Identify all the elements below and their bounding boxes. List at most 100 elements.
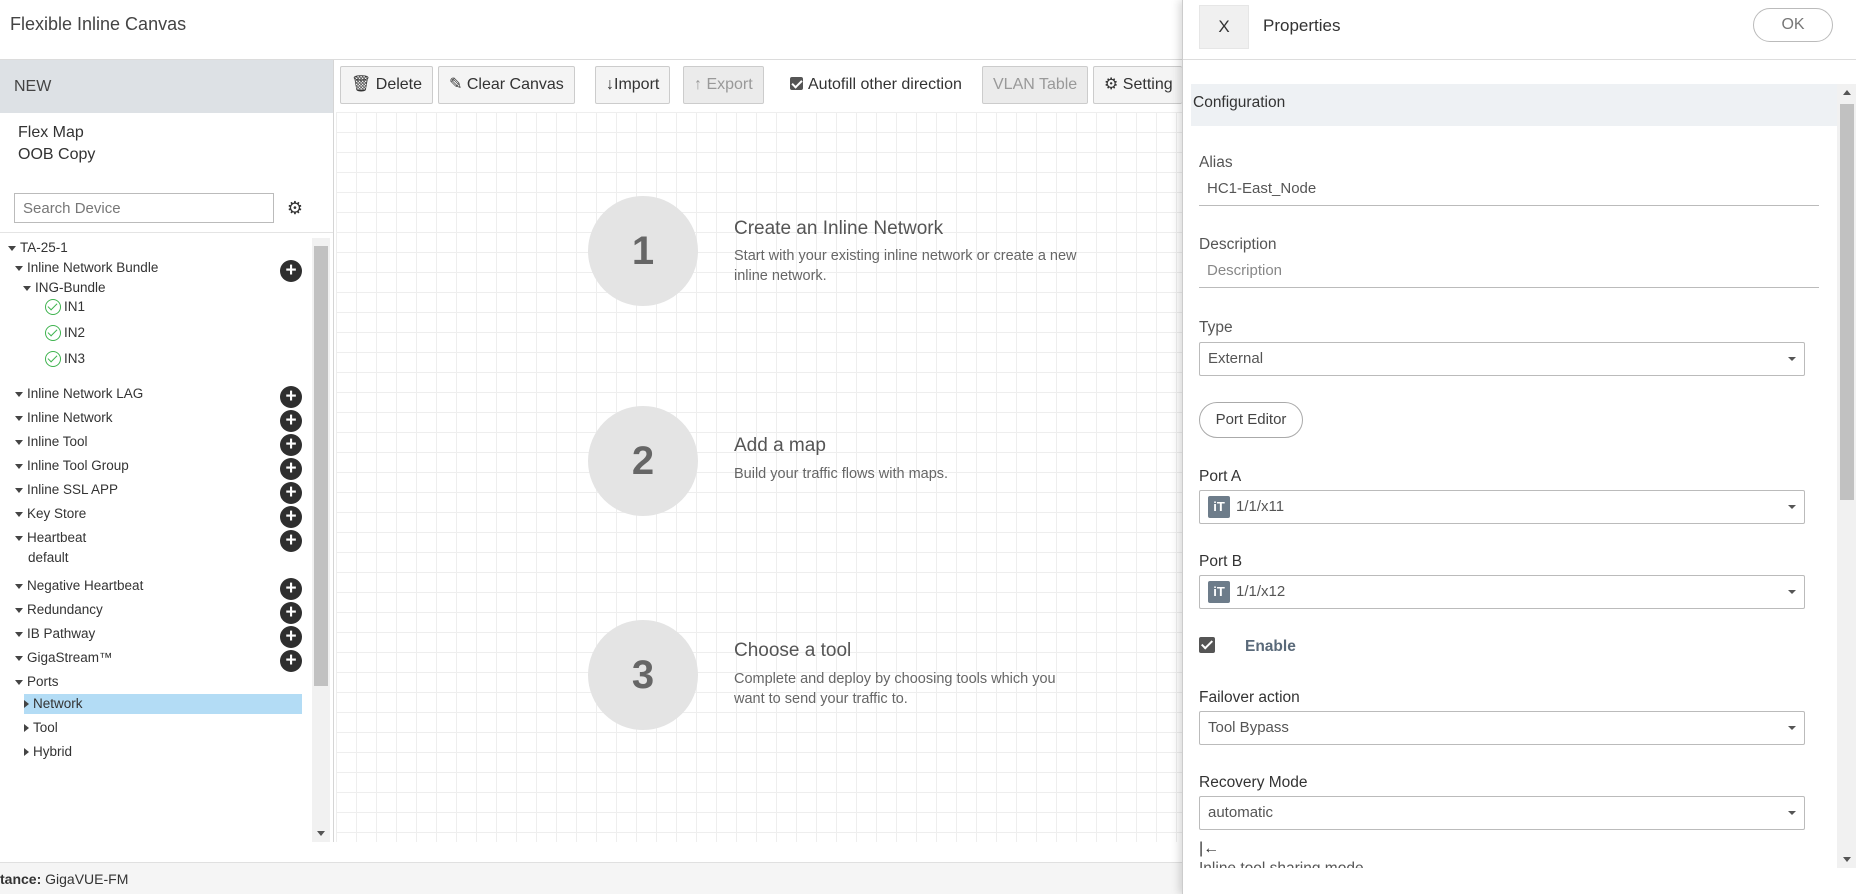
port-b-label: Port B — [1199, 553, 1243, 570]
step-3-circle: 3 — [588, 620, 698, 730]
tree-root[interactable]: TA-25-1 — [8, 240, 68, 255]
tree-inline-network-lag[interactable]: Inline Network LAG — [15, 386, 143, 401]
check-circle-icon — [45, 351, 61, 368]
type-select[interactable]: External — [1199, 342, 1805, 376]
caret-down-icon — [15, 535, 23, 541]
chevron-down-icon — [1788, 357, 1796, 361]
close-button[interactable]: X — [1199, 5, 1249, 49]
step-2-circle: 2 — [588, 406, 698, 516]
port-a-select[interactable]: iT 1/1/x11 — [1199, 490, 1805, 524]
scroll-down-icon[interactable] — [317, 831, 325, 836]
footer-value: GigaVUE-FM — [45, 871, 129, 887]
collapse-left-icon[interactable]: |← — [1199, 840, 1219, 858]
gear-icon: ⚙ — [1104, 76, 1119, 93]
inline-tool-port-icon: iT — [1208, 496, 1230, 519]
caret-right-icon — [24, 724, 29, 733]
tree-bundle-item[interactable]: IN3 — [45, 351, 85, 368]
step-3-desc: Complete and deploy by choosing tools wh… — [734, 671, 1056, 707]
tree-heartbeat-default[interactable]: default — [28, 550, 69, 565]
add-inline-network-bundle-icon[interactable]: + — [280, 260, 302, 282]
tree-key-store[interactable]: Key Store — [15, 506, 86, 521]
tree-redundancy[interactable]: Redundancy — [15, 602, 103, 617]
caret-down-icon — [8, 245, 16, 251]
tree-scrollbar-thumb[interactable] — [314, 246, 328, 686]
add-key-store-icon[interactable]: + — [280, 506, 302, 528]
failover-select[interactable]: Tool Bypass — [1199, 711, 1805, 745]
tree-heartbeat[interactable]: Heartbeat — [15, 530, 86, 545]
import-button[interactable]: ↓Import — [595, 66, 671, 104]
check-circle-icon — [45, 299, 61, 316]
caret-down-icon — [15, 631, 23, 637]
add-inline-tool-icon[interactable]: + — [280, 434, 302, 456]
recovery-mode-select[interactable]: automatic — [1199, 796, 1805, 830]
description-input[interactable]: Description — [1199, 258, 1819, 288]
caret-right-icon — [24, 700, 29, 709]
scroll-down-icon[interactable] — [1843, 857, 1851, 862]
chevron-down-icon — [1788, 590, 1796, 594]
port-b-select[interactable]: iT 1/1/x12 — [1199, 575, 1805, 609]
properties-title: Properties — [1263, 16, 1341, 35]
add-redundancy-icon[interactable]: + — [280, 602, 302, 624]
status-footer: tance: GigaVUE-FM — [0, 862, 1182, 894]
tree-negative-heartbeat[interactable]: Negative Heartbeat — [15, 578, 143, 593]
step-2-desc: Build your traffic flows with maps. — [734, 466, 949, 482]
clear-canvas-button[interactable]: ✎ Clear Canvas — [438, 66, 575, 104]
enable-checkbox[interactable] — [1199, 637, 1215, 653]
tree-bundle-item[interactable]: IN1 — [45, 299, 85, 316]
tree-ports-tool[interactable]: Tool — [24, 720, 58, 735]
alias-input[interactable]: HC1-East_Node — [1199, 176, 1819, 206]
chevron-down-icon — [1788, 811, 1796, 815]
add-heartbeat-icon[interactable]: + — [280, 530, 302, 552]
inline-tool-sharing-label: Inline tool sharing mode — [1199, 860, 1364, 868]
tree-inline-tool-group[interactable]: Inline Tool Group — [15, 458, 129, 473]
tree-ports-network[interactable]: Network — [24, 696, 83, 711]
tree-scrollbar[interactable] — [312, 238, 330, 842]
app-title-bar: Flexible Inline Canvas — [0, 0, 1182, 60]
add-negative-heartbeat-icon[interactable]: + — [280, 578, 302, 600]
tree-inline-network-bundle[interactable]: Inline Network Bundle — [15, 260, 158, 275]
tree-bundle-item[interactable]: IN2 — [45, 325, 85, 342]
autofill-checkbox[interactable]: Autofill other direction — [790, 76, 962, 94]
tree-inline-ssl-app[interactable]: Inline SSL APP — [15, 482, 118, 497]
properties-scrollbar-thumb[interactable] — [1840, 104, 1854, 500]
flex-canvas[interactable]: 1 Create an Inline Network Start with yo… — [336, 112, 1182, 842]
tree-inline-network[interactable]: Inline Network — [15, 410, 113, 425]
flex-map-link[interactable]: Flex Map — [18, 122, 315, 144]
port-editor-button[interactable]: Port Editor — [1199, 402, 1303, 438]
gear-icon[interactable]: ⚙ — [284, 197, 306, 219]
oob-copy-link[interactable]: OOB Copy — [18, 144, 315, 166]
step-1-circle: 1 — [588, 196, 698, 306]
caret-down-icon — [15, 655, 23, 661]
export-button[interactable]: ↑ Export — [683, 66, 764, 104]
eraser-icon: ✎ — [449, 76, 463, 93]
add-inline-ssl-app-icon[interactable]: + — [280, 482, 302, 504]
settings-button[interactable]: ⚙ Setting — [1093, 66, 1182, 104]
add-inline-network-icon[interactable]: + — [280, 410, 302, 432]
properties-panel: X Properties OK Configuration Alias HC1-… — [1182, 0, 1856, 894]
tree-inline-tool[interactable]: Inline Tool — [15, 434, 88, 449]
vlan-table-button[interactable]: VLAN Table — [982, 66, 1089, 104]
add-ib-pathway-icon[interactable]: + — [280, 626, 302, 648]
tree-ing-bundle[interactable]: ING-Bundle — [23, 280, 106, 295]
add-inline-tool-group-icon[interactable]: + — [280, 458, 302, 480]
inline-tool-port-icon: iT — [1208, 581, 1230, 604]
properties-scrollbar[interactable] — [1837, 84, 1856, 868]
caret-down-icon — [15, 439, 23, 445]
caret-down-icon — [23, 285, 31, 291]
tree-ports[interactable]: Ports — [15, 674, 59, 689]
add-gigastream-icon[interactable]: + — [280, 650, 302, 672]
port-a-label: Port A — [1199, 468, 1242, 485]
search-device-input[interactable] — [14, 193, 274, 223]
delete-button[interactable]: 🗑 Delete — [340, 66, 434, 104]
properties-body: Configuration Alias HC1-East_Node Descri… — [1183, 84, 1837, 868]
tree-ports-hybrid[interactable]: Hybrid — [24, 744, 72, 759]
add-inline-network-lag-icon[interactable]: + — [280, 386, 302, 408]
tree-gigastream[interactable]: GigaStream™ — [15, 650, 113, 665]
ok-button[interactable]: OK — [1753, 8, 1833, 42]
checkbox-checked-icon[interactable] — [790, 77, 803, 90]
caret-down-icon — [15, 679, 23, 685]
scroll-up-icon[interactable] — [1843, 90, 1851, 95]
new-header[interactable]: NEW — [0, 60, 333, 113]
recovery-mode-label: Recovery Mode — [1199, 774, 1308, 791]
tree-ib-pathway[interactable]: IB Pathway — [15, 626, 95, 641]
